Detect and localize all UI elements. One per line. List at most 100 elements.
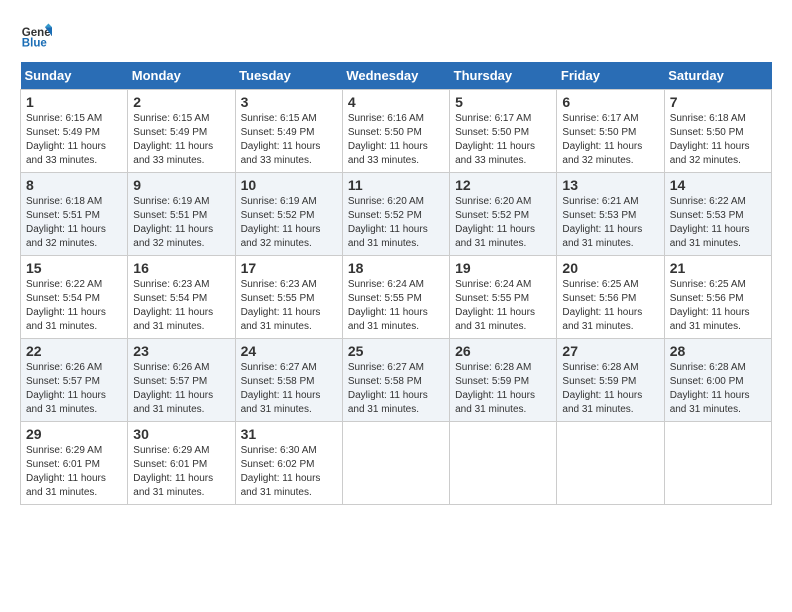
calendar-cell: 12 Sunrise: 6:20 AMSunset: 5:52 PMDayligh… (450, 173, 557, 256)
calendar-cell: 17Sunrise: 6:23 AMSunset: 5:55 PMDayligh… (235, 256, 342, 339)
day-info: Sunrise: 6:15 AMSunset: 5:49 PMDaylight:… (133, 112, 229, 168)
calendar-cell: 11 Sunrise: 6:20 AMSunset: 5:52 PMDayligh… (342, 173, 449, 256)
calendar-row-1: 1 Sunrise: 6:15 AMSunset: 5:49 PMDaylight… (21, 90, 772, 173)
header-tuesday: Tuesday (235, 62, 342, 90)
day-number: 4 (348, 94, 444, 110)
calendar-cell: 8Sunrise: 6:18 AMSunset: 5:51 PMDaylight… (21, 173, 128, 256)
calendar-cell: 20 Sunrise: 6:25 AMSunset: 5:56 PMDayligh… (557, 256, 664, 339)
day-number: 25 (348, 343, 444, 359)
calendar-cell: 30 Sunrise: 6:29 AMSunset: 6:01 PMDayligh… (128, 422, 235, 505)
day-number: 23 (133, 343, 229, 359)
calendar-row-4: 22 Sunrise: 6:26 AMSunset: 5:57 PMDayligh… (21, 339, 772, 422)
calendar-cell: 5 Sunrise: 6:17 AMSunset: 5:50 PMDaylight… (450, 90, 557, 173)
calendar-cell: 22 Sunrise: 6:26 AMSunset: 5:57 PMDayligh… (21, 339, 128, 422)
day-info: Sunrise: 6:28 AMSunset: 5:59 PMDaylight:… (455, 361, 551, 417)
calendar-cell: 13 Sunrise: 6:21 AMSunset: 5:53 PMDayligh… (557, 173, 664, 256)
day-info: Sunrise: 6:25 AMSunset: 5:56 PMDaylight:… (562, 278, 658, 334)
day-info: Sunrise: 6:21 AMSunset: 5:53 PMDaylight:… (562, 195, 658, 251)
calendar-cell: 19 Sunrise: 6:24 AMSunset: 5:55 PMDayligh… (450, 256, 557, 339)
calendar-cell: 10Sunrise: 6:19 AMSunset: 5:52 PMDayligh… (235, 173, 342, 256)
calendar-cell: 2Sunrise: 6:15 AMSunset: 5:49 PMDaylight… (128, 90, 235, 173)
calendar-cell (450, 422, 557, 505)
day-number: 16 (133, 260, 229, 276)
calendar-cell: 3 Sunrise: 6:15 AMSunset: 5:49 PMDaylight… (235, 90, 342, 173)
day-number: 19 (455, 260, 551, 276)
calendar-table: SundayMondayTuesdayWednesdayThursdayFrid… (20, 62, 772, 505)
calendar-cell: 6 Sunrise: 6:17 AMSunset: 5:50 PMDaylight… (557, 90, 664, 173)
calendar-cell: 23 Sunrise: 6:26 AMSunset: 5:57 PMDayligh… (128, 339, 235, 422)
day-info: Sunrise: 6:20 AMSunset: 5:52 PMDaylight:… (348, 195, 444, 251)
day-number: 18 (348, 260, 444, 276)
day-number: 11 (348, 177, 444, 193)
day-number: 22 (26, 343, 122, 359)
day-number: 29 (26, 426, 122, 442)
day-number: 15 (26, 260, 122, 276)
calendar-cell: 24 Sunrise: 6:27 AMSunset: 5:58 PMDayligh… (235, 339, 342, 422)
day-number: 21 (670, 260, 766, 276)
calendar-cell (557, 422, 664, 505)
day-info: Sunrise: 6:28 AMSunset: 5:59 PMDaylight:… (562, 361, 658, 417)
header-friday: Friday (557, 62, 664, 90)
day-number: 7 (670, 94, 766, 110)
logo: General Blue (20, 20, 56, 52)
day-number: 13 (562, 177, 658, 193)
header-saturday: Saturday (664, 62, 771, 90)
calendar-cell: 28Sunrise: 6:28 AMSunset: 6:00 PMDayligh… (664, 339, 771, 422)
day-info: Sunrise: 6:20 AMSunset: 5:52 PMDaylight:… (455, 195, 551, 251)
day-info: Sunrise: 6:15 AMSunset: 5:49 PMDaylight:… (26, 112, 122, 168)
day-number: 1 (26, 94, 122, 110)
header-sunday: Sunday (21, 62, 128, 90)
calendar-cell: 7 Sunrise: 6:18 AMSunset: 5:50 PMDaylight… (664, 90, 771, 173)
day-info: Sunrise: 6:23 AMSunset: 5:55 PMDaylight:… (241, 278, 337, 334)
day-info: Sunrise: 6:26 AMSunset: 5:57 PMDaylight:… (26, 361, 122, 417)
day-info: Sunrise: 6:16 AMSunset: 5:50 PMDaylight:… (348, 112, 444, 168)
day-info: Sunrise: 6:29 AMSunset: 6:01 PMDaylight:… (26, 444, 122, 500)
day-info: Sunrise: 6:26 AMSunset: 5:57 PMDaylight:… (133, 361, 229, 417)
calendar-row-3: 15 Sunrise: 6:22 AMSunset: 5:54 PMDayligh… (21, 256, 772, 339)
calendar-cell: 26 Sunrise: 6:28 AMSunset: 5:59 PMDayligh… (450, 339, 557, 422)
calendar-cell (342, 422, 449, 505)
day-info: Sunrise: 6:29 AMSunset: 6:01 PMDaylight:… (133, 444, 229, 500)
day-info: Sunrise: 6:22 AMSunset: 5:54 PMDaylight:… (26, 278, 122, 334)
day-info: Sunrise: 6:17 AMSunset: 5:50 PMDaylight:… (562, 112, 658, 168)
calendar-row-5: 29 Sunrise: 6:29 AMSunset: 6:01 PMDayligh… (21, 422, 772, 505)
day-number: 8 (26, 177, 122, 193)
day-info: Sunrise: 6:15 AMSunset: 5:49 PMDaylight:… (241, 112, 337, 168)
calendar-cell: 29 Sunrise: 6:29 AMSunset: 6:01 PMDayligh… (21, 422, 128, 505)
calendar-header-row: SundayMondayTuesdayWednesdayThursdayFrid… (21, 62, 772, 90)
day-number: 6 (562, 94, 658, 110)
day-number: 5 (455, 94, 551, 110)
day-number: 30 (133, 426, 229, 442)
calendar-cell (664, 422, 771, 505)
calendar-cell: 27 Sunrise: 6:28 AMSunset: 5:59 PMDayligh… (557, 339, 664, 422)
day-info: Sunrise: 6:22 AMSunset: 5:53 PMDaylight:… (670, 195, 766, 251)
header-monday: Monday (128, 62, 235, 90)
day-number: 3 (241, 94, 337, 110)
calendar-cell: 14 Sunrise: 6:22 AMSunset: 5:53 PMDayligh… (664, 173, 771, 256)
day-number: 12 (455, 177, 551, 193)
logo-icon: General Blue (20, 20, 52, 52)
calendar-cell: 4 Sunrise: 6:16 AMSunset: 5:50 PMDaylight… (342, 90, 449, 173)
day-number: 31 (241, 426, 337, 442)
day-info: Sunrise: 6:18 AMSunset: 5:50 PMDaylight:… (670, 112, 766, 168)
calendar-row-2: 8Sunrise: 6:18 AMSunset: 5:51 PMDaylight… (21, 173, 772, 256)
day-number: 20 (562, 260, 658, 276)
day-number: 26 (455, 343, 551, 359)
day-number: 27 (562, 343, 658, 359)
day-info: Sunrise: 6:27 AMSunset: 5:58 PMDaylight:… (241, 361, 337, 417)
calendar-cell: 21 Sunrise: 6:25 AMSunset: 5:56 PMDayligh… (664, 256, 771, 339)
calendar-cell: 9 Sunrise: 6:19 AMSunset: 5:51 PMDaylight… (128, 173, 235, 256)
day-info: Sunrise: 6:24 AMSunset: 5:55 PMDaylight:… (455, 278, 551, 334)
header: General Blue (20, 20, 772, 52)
day-number: 9 (133, 177, 229, 193)
calendar-cell: 15 Sunrise: 6:22 AMSunset: 5:54 PMDayligh… (21, 256, 128, 339)
day-number: 24 (241, 343, 337, 359)
day-info: Sunrise: 6:17 AMSunset: 5:50 PMDaylight:… (455, 112, 551, 168)
day-info: Sunrise: 6:25 AMSunset: 5:56 PMDaylight:… (670, 278, 766, 334)
day-info: Sunrise: 6:19 AMSunset: 5:51 PMDaylight:… (133, 195, 229, 251)
day-number: 28 (670, 343, 766, 359)
day-info: Sunrise: 6:23 AMSunset: 5:54 PMDaylight:… (133, 278, 229, 334)
calendar-cell: 25Sunrise: 6:27 AMSunset: 5:58 PMDayligh… (342, 339, 449, 422)
header-thursday: Thursday (450, 62, 557, 90)
day-number: 14 (670, 177, 766, 193)
